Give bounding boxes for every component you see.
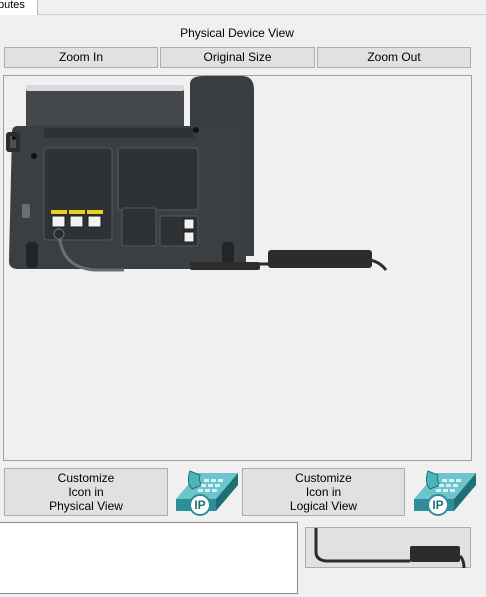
- zoom-out-button[interactable]: Zoom Out: [317, 47, 471, 68]
- ip-phone-icon: IP: [172, 465, 238, 517]
- customize-logical-view-button[interactable]: Customize Icon in Logical View: [242, 468, 405, 516]
- original-size-button[interactable]: Original Size: [160, 47, 315, 68]
- power-adapter-module[interactable]: [305, 527, 471, 569]
- zoom-in-button[interactable]: Zoom In: [4, 47, 158, 68]
- tab-strip: butes: [0, 0, 486, 15]
- notes-textarea[interactable]: [0, 522, 298, 594]
- customize-logical-line2: Icon in: [305, 485, 342, 499]
- customize-physical-view-button[interactable]: Customize Icon in Physical View: [4, 468, 168, 516]
- physical-view-area[interactable]: [3, 75, 472, 461]
- customize-logical-line3: Logical View: [289, 499, 358, 513]
- ip-badge-logical: IP: [432, 498, 444, 512]
- ip-phone-logical-icon: IP: [410, 465, 476, 517]
- customize-logical-line1: Customize: [295, 471, 352, 485]
- customize-physical-line2: Icon in: [68, 485, 104, 499]
- ip-badge-physical: IP: [194, 498, 206, 512]
- tab-attributes[interactable]: butes: [0, 0, 38, 15]
- ip-phone-rear-image: [6, 76, 388, 272]
- customize-physical-line1: Customize: [57, 471, 115, 485]
- panel-title: Physical Device View: [180, 26, 294, 40]
- customize-physical-line3: Physical View: [49, 499, 123, 513]
- power-adapter-icon: [314, 528, 466, 569]
